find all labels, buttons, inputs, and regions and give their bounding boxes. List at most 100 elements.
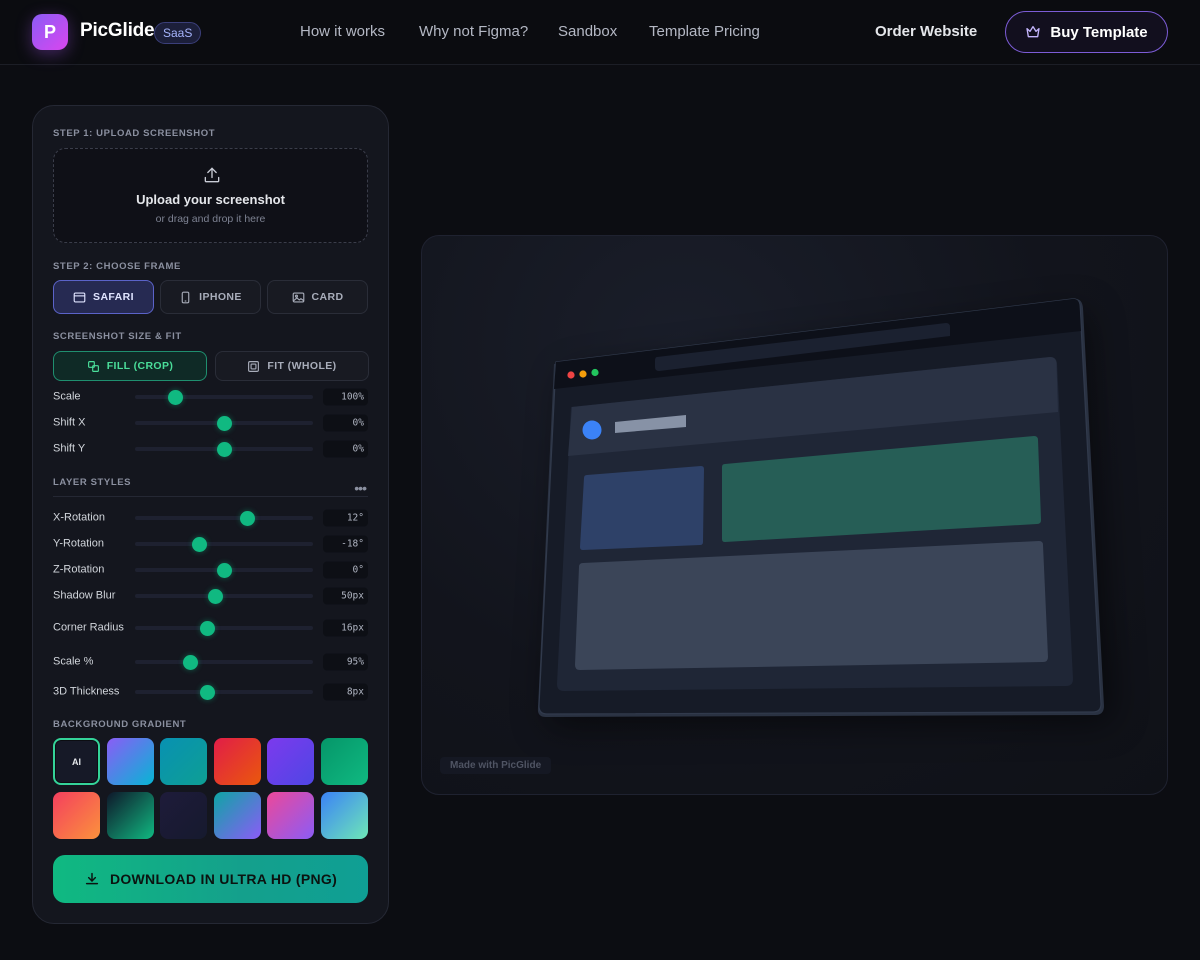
- shadow-blur-value[interactable]: 50px: [323, 587, 368, 605]
- background-gradient-label: BACKGROUND GRADIENT: [53, 719, 187, 730]
- gradient-swatch-6[interactable]: [321, 738, 368, 785]
- shift-y-slider[interactable]: [135, 441, 313, 457]
- editor-panel: STEP 1: UPLOAD SCREENSHOT Upload your sc…: [32, 105, 389, 924]
- order-website-link[interactable]: Order Website: [875, 23, 977, 40]
- step2-label: STEP 2: CHOOSE FRAME: [53, 261, 181, 272]
- thickness-value[interactable]: 8px: [323, 683, 368, 701]
- upload-title: Upload your screenshot: [136, 192, 285, 207]
- corner-radius-slider-thumb[interactable]: [200, 620, 216, 636]
- image-icon: [292, 291, 304, 303]
- x-rotation-slider[interactable]: [135, 510, 313, 526]
- z-rotation-slider-thumb[interactable]: [216, 562, 232, 578]
- frame-safari-button[interactable]: SAFARI: [53, 280, 154, 314]
- fit-whole-button[interactable]: FIT (WHOLE): [215, 351, 369, 381]
- scale-value[interactable]: 100%: [323, 388, 368, 406]
- minimize-dot-icon: [579, 370, 587, 378]
- layer-styles-label: LAYER STYLES: [53, 477, 132, 488]
- z-rotation-label: Z-Rotation: [53, 563, 105, 576]
- shadow-blur-slider-row: Shadow Blur 50px: [53, 584, 368, 608]
- shift-x-slider-row: Shift X 0%: [53, 411, 368, 435]
- nav-link-sandbox[interactable]: Sandbox: [558, 23, 617, 40]
- scale-label: Scale: [53, 390, 81, 403]
- upload-dropzone[interactable]: Upload your screenshot or drag and drop …: [53, 148, 368, 243]
- upload-subtitle: or drag and drop it here: [155, 213, 266, 225]
- shift-y-label: Shift Y: [53, 442, 86, 455]
- gradient-swatch-5[interactable]: [267, 738, 314, 785]
- shift-x-label: Shift X: [53, 416, 86, 429]
- close-dot-icon: [567, 371, 575, 379]
- scale-percent-slider[interactable]: [135, 654, 313, 670]
- corner-radius-value[interactable]: 16px: [323, 619, 368, 637]
- more-options-icon[interactable]: •••: [354, 480, 367, 496]
- nav-link-how-it-works[interactable]: How it works: [300, 23, 385, 40]
- shift-x-value[interactable]: 0%: [323, 414, 368, 432]
- shift-y-slider-row: Shift Y 0%: [53, 437, 368, 461]
- buy-template-label: Buy Template: [1050, 23, 1148, 41]
- gradient-swatch-4[interactable]: [214, 738, 261, 785]
- gradient-swatch-8[interactable]: [107, 792, 154, 839]
- gradient-swatch-7[interactable]: [53, 792, 100, 839]
- maximize-dot-icon: [591, 368, 599, 377]
- frame-iphone-label: IPHONE: [199, 291, 242, 303]
- upload-icon: [204, 167, 220, 183]
- fill-crop-button[interactable]: FILL (CROP): [53, 351, 207, 381]
- z-rotation-slider-row: Z-Rotation 0°: [53, 558, 368, 582]
- gradient-swatch-10[interactable]: [214, 792, 261, 839]
- gradient-swatch-2[interactable]: [107, 738, 154, 785]
- fill-crop-label: FILL (CROP): [106, 360, 174, 372]
- avatar-icon: [582, 420, 602, 440]
- gradient-swatch-ai[interactable]: AI: [53, 738, 100, 785]
- frame-card-label: CARD: [311, 291, 344, 303]
- scale-percent-value[interactable]: 95%: [323, 653, 368, 671]
- frame-card-button[interactable]: CARD: [267, 280, 368, 314]
- z-rotation-value[interactable]: 0°: [323, 561, 368, 579]
- logo-mark[interactable]: P: [32, 14, 68, 50]
- top-nav: P PicGlide SaaS How it works Why not Fig…: [0, 0, 1200, 65]
- thickness-slider[interactable]: [135, 684, 313, 700]
- step1-label: STEP 1: UPLOAD SCREENSHOT: [53, 128, 216, 139]
- y-rotation-value[interactable]: -18°: [323, 535, 368, 553]
- gradient-swatch-3[interactable]: [160, 738, 207, 785]
- gradient-swatch-11[interactable]: [267, 792, 314, 839]
- shift-x-slider-thumb[interactable]: [216, 415, 232, 431]
- gradient-swatch-12[interactable]: [321, 792, 368, 839]
- brand-name[interactable]: PicGlide: [80, 20, 155, 42]
- scale-slider-thumb[interactable]: [168, 389, 184, 405]
- y-rotation-slider-row: Y-Rotation -18°: [53, 532, 368, 556]
- download-button[interactable]: DOWNLOAD IN ULTRA HD (PNG): [53, 855, 368, 903]
- shift-y-slider-thumb[interactable]: [216, 441, 232, 457]
- crop-icon: [87, 360, 99, 372]
- buy-template-button[interactable]: Buy Template: [1005, 11, 1168, 53]
- x-rotation-value[interactable]: 12°: [323, 509, 368, 527]
- corner-radius-label: Corner Radius: [53, 621, 124, 634]
- scale-percent-slider-thumb[interactable]: [182, 654, 198, 670]
- scale-slider-row: Scale 100%: [53, 385, 368, 409]
- y-rotation-slider[interactable]: [135, 536, 313, 552]
- layer-styles-divider: [53, 496, 368, 497]
- card-blue: [580, 466, 704, 550]
- shift-y-value[interactable]: 0%: [323, 440, 368, 458]
- scale-percent-label: Scale %: [53, 655, 94, 668]
- fit-whole-label: FIT (WHOLE): [267, 360, 337, 372]
- scale-slider[interactable]: [135, 389, 313, 405]
- thickness-label: 3D Thickness: [53, 685, 120, 698]
- x-rotation-slider-thumb[interactable]: [239, 510, 255, 526]
- x-rotation-slider-row: X-Rotation 12°: [53, 506, 368, 530]
- frame-iphone-button[interactable]: IPHONE: [160, 280, 261, 314]
- thickness-slider-thumb[interactable]: [200, 684, 216, 700]
- scale-percent-slider-row: Scale % 95%: [53, 650, 368, 674]
- y-rotation-slider-thumb[interactable]: [191, 536, 207, 552]
- nav-link-why-not-figma[interactable]: Why not Figma?: [419, 23, 528, 40]
- nav-link-template-pricing[interactable]: Template Pricing: [649, 23, 760, 40]
- corner-radius-slider[interactable]: [135, 620, 313, 636]
- shadow-blur-slider-thumb[interactable]: [207, 588, 223, 604]
- gradient-swatch-9[interactable]: [160, 792, 207, 839]
- shift-x-slider[interactable]: [135, 415, 313, 431]
- browser-mockup-illustration: [537, 298, 1112, 726]
- content-block: [575, 541, 1048, 670]
- shadow-blur-slider[interactable]: [135, 588, 313, 604]
- y-rotation-label: Y-Rotation: [53, 537, 104, 550]
- z-rotation-slider[interactable]: [135, 562, 313, 578]
- size-fit-label: SCREENSHOT SIZE & FIT: [53, 331, 182, 342]
- browser-window-icon: [73, 291, 86, 303]
